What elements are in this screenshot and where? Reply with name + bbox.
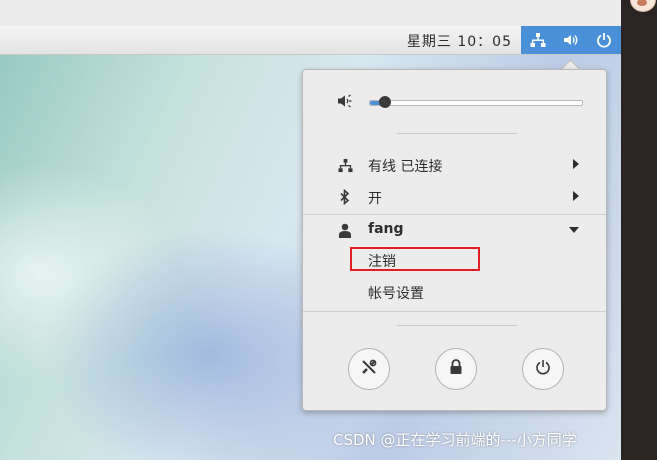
network-icon[interactable]: [528, 30, 548, 50]
account-settings-item[interactable]: 帐号设置: [368, 283, 424, 303]
lock-button[interactable]: [435, 348, 477, 390]
settings-button[interactable]: [348, 348, 390, 390]
system-menu: 有线 已连接 开 fang 注销 帐号设置: [302, 69, 607, 411]
volume-slider[interactable]: [369, 96, 583, 108]
settings-icon: [360, 358, 378, 380]
volume-icon[interactable]: [561, 30, 581, 50]
user-name: fang: [368, 221, 404, 237]
highlight-box: [350, 247, 480, 271]
top-panel: 星期三 10：05: [0, 26, 621, 55]
chevron-down-icon: [569, 227, 579, 233]
side-strip: [621, 0, 657, 460]
user-item[interactable]: fang: [303, 216, 606, 244]
separator: [303, 311, 606, 312]
avatar: [630, 0, 656, 12]
separator: [397, 325, 517, 326]
user-icon: [337, 222, 353, 238]
network-item[interactable]: 有线 已连接: [303, 151, 606, 179]
separator: [397, 133, 517, 134]
window-top-strip: [0, 0, 621, 27]
power-off-button[interactable]: [522, 348, 564, 390]
wired-network-icon: [337, 157, 353, 173]
volume-slider-knob[interactable]: [378, 96, 391, 108]
power-icon: [535, 359, 551, 379]
power-icon[interactable]: [594, 30, 614, 50]
bluetooth-label: 开: [368, 191, 382, 207]
lock-icon: [449, 359, 463, 379]
bluetooth-item[interactable]: 开: [303, 183, 606, 211]
watermark: CSDN @正在学习前端的---小方同学: [333, 431, 577, 449]
chevron-right-icon: [573, 191, 579, 201]
chevron-right-icon: [573, 159, 579, 169]
bluetooth-icon: [337, 189, 353, 205]
separator: [303, 214, 606, 215]
clock[interactable]: 星期三 10：05: [407, 31, 512, 51]
system-indicators[interactable]: [521, 26, 621, 54]
network-label: 有线 已连接: [368, 159, 443, 175]
speaker-icon: [337, 93, 353, 109]
